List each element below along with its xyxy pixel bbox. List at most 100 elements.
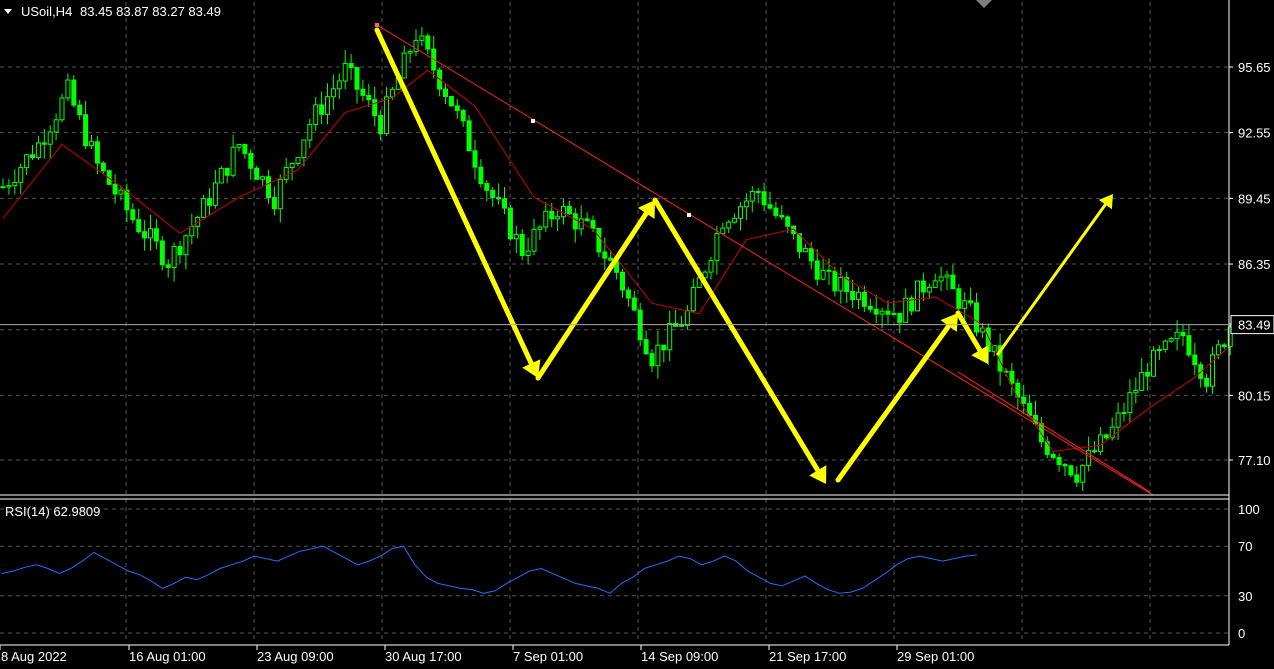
price-chart[interactable]: 77.10 80.15 86.35 89.45 92.55 95.65 83.49 0 30 70… [0, 0, 1274, 669]
price-tick-label: 77.10 [1238, 453, 1271, 468]
price-tick-label: 86.35 [1238, 257, 1271, 272]
candle-body [1162, 340, 1168, 351]
candle-body [6, 185, 12, 188]
candle-body [460, 109, 466, 122]
candle-body [1139, 372, 1145, 391]
candle-body [1062, 464, 1068, 467]
candle-body [490, 189, 496, 198]
candle-body [1156, 349, 1162, 352]
candle-body [596, 227, 602, 253]
candle-body [885, 310, 891, 315]
candle-body [89, 141, 94, 147]
candle-body [968, 300, 974, 304]
candle-body [1097, 434, 1103, 452]
candle-body [720, 227, 726, 235]
candle-body [159, 240, 165, 266]
candle-body [94, 141, 100, 164]
candle-body [124, 189, 130, 211]
candle-body [419, 35, 425, 41]
trendline-anchor [375, 23, 379, 27]
candle-body [1080, 464, 1086, 483]
candle-body [1121, 412, 1127, 415]
candle-body [773, 207, 779, 216]
candle-body [643, 339, 649, 355]
candle-body [726, 221, 732, 229]
candle-body [71, 79, 77, 106]
candle-body [389, 88, 395, 98]
candle-body [915, 280, 920, 312]
candle-body [602, 251, 608, 259]
candle-body [502, 198, 507, 209]
candle-body [714, 233, 720, 262]
candle-body [325, 96, 330, 115]
candle-body [230, 146, 236, 176]
candle-body [454, 105, 460, 111]
candle-body [1056, 457, 1062, 466]
symbol-header[interactable]: USoil,H4 83.45 83.87 83.27 83.49 [4, 4, 221, 19]
candle-body [625, 289, 631, 299]
candle-body [425, 35, 431, 50]
candle-body [1151, 349, 1156, 377]
candle-body [920, 280, 926, 293]
candle-body [65, 79, 71, 99]
candle-body [679, 324, 684, 327]
time-tick-label: 30 Aug 17:00 [385, 649, 462, 664]
candle-body [838, 277, 844, 292]
candle-body [1168, 338, 1174, 342]
candle-body [360, 88, 366, 96]
candle-body [749, 191, 755, 202]
candle-body [549, 210, 555, 220]
candle-body [448, 95, 454, 107]
candle-body [201, 198, 207, 218]
candle-body [926, 286, 932, 293]
rsi-tick-label: 30 [1238, 589, 1252, 604]
candle-body [266, 176, 271, 199]
candle-body [684, 310, 690, 326]
candle-body [30, 154, 35, 159]
candle-body [301, 139, 307, 159]
candle-body [242, 143, 248, 154]
candle-body [944, 274, 950, 278]
candle-body [814, 260, 820, 280]
candle-body [336, 80, 342, 90]
candle-body [142, 231, 148, 239]
time-tick-label: 7 Sep 01:00 [513, 649, 583, 664]
candle-body [1215, 344, 1221, 356]
candle-body [472, 150, 478, 168]
candle-body [708, 260, 714, 273]
candle-body [950, 274, 956, 290]
candle-body [83, 114, 89, 147]
candle-body [1145, 372, 1151, 377]
candle-body [850, 290, 856, 301]
candle-body [1074, 474, 1080, 483]
candle-body [118, 189, 124, 195]
candle-body [732, 217, 738, 223]
candle-body [561, 205, 566, 218]
candle-body [212, 182, 218, 206]
current-price-label: 83.49 [1238, 318, 1271, 333]
candle-body [785, 216, 791, 227]
symbol-label[interactable]: USoil,H4 [21, 4, 72, 19]
candle-body [525, 250, 531, 256]
candle-body [189, 226, 195, 237]
candle-body [519, 233, 525, 256]
trendline-anchor [531, 119, 535, 123]
candle-body [873, 308, 879, 315]
candle-body [136, 219, 142, 233]
candle-body [738, 206, 743, 219]
candle-body [372, 99, 378, 117]
candle-body [861, 291, 867, 307]
candle-body [354, 67, 360, 90]
chart-terminal: 77.10 80.15 86.35 89.45 92.55 95.65 83.49 0 30 70… [0, 0, 1274, 669]
candle-body [566, 205, 572, 215]
candle-body [1021, 396, 1027, 404]
candle-body [366, 94, 372, 101]
candle-body [47, 131, 53, 145]
candle-body [1204, 377, 1210, 387]
candle-body [165, 264, 171, 268]
time-tick-label: 8 Aug 2022 [1, 649, 67, 664]
candle-body [443, 88, 448, 97]
candle-body [248, 152, 254, 169]
candle-body [531, 228, 537, 252]
candle-body [313, 104, 319, 126]
